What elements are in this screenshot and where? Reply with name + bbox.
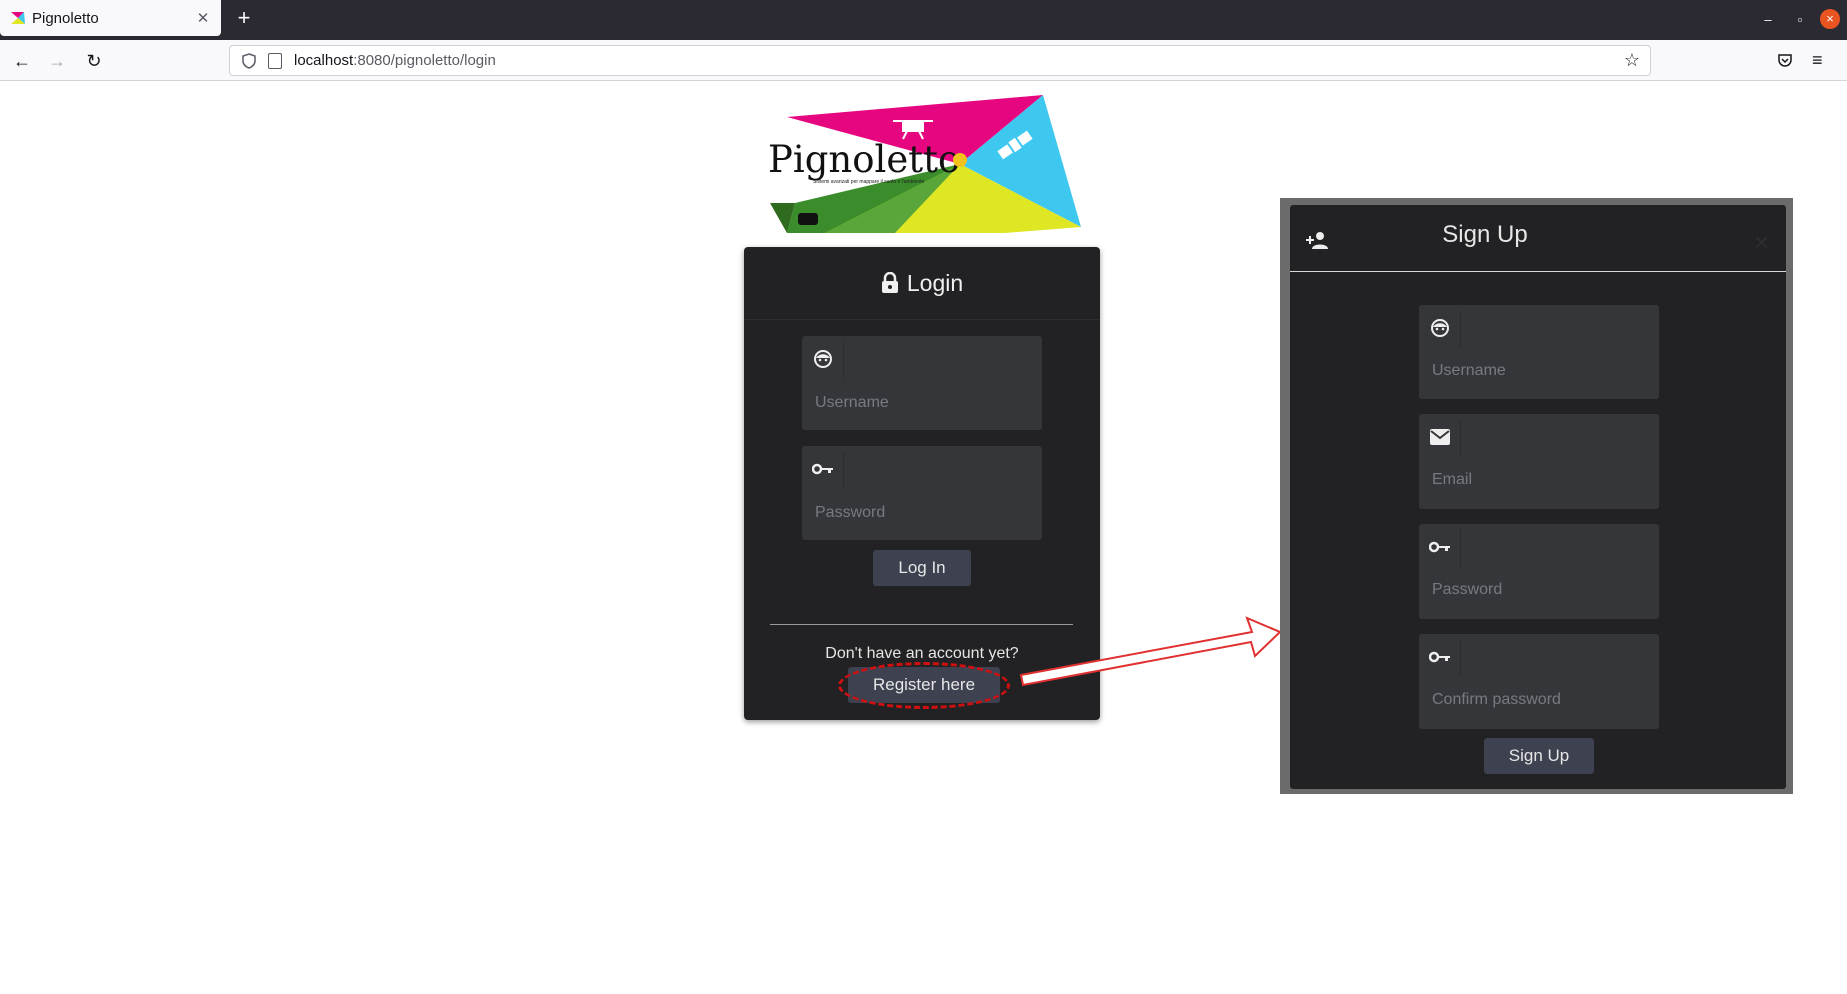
- annotation-ellipse: [838, 662, 1010, 709]
- menu-icon[interactable]: ≡: [1812, 50, 1823, 71]
- password-placeholder: Password: [815, 504, 886, 521]
- reload-icon[interactable]: ↻: [81, 48, 107, 74]
- login-header: Login: [744, 247, 1100, 320]
- signup-email-field[interactable]: Email: [1419, 414, 1659, 509]
- signup-modal-frame: Sign Up × Username Email Password Confir…: [1280, 198, 1793, 794]
- key-icon: [812, 458, 834, 480]
- page-icon: [268, 52, 282, 69]
- signup-modal: Sign Up × Username Email Password Confir…: [1290, 205, 1786, 789]
- username-placeholder: Username: [815, 394, 889, 411]
- login-title: Login: [906, 269, 964, 296]
- field-separator: [1460, 530, 1461, 566]
- url-text[interactable]: localhost:8080/pignoletto/login: [294, 52, 496, 69]
- login-button[interactable]: Log In: [873, 550, 971, 586]
- close-icon[interactable]: ×: [1754, 227, 1769, 258]
- field-separator: [843, 342, 844, 378]
- field-separator: [1460, 420, 1461, 456]
- tab-title: Pignoletto: [32, 9, 99, 27]
- back-icon[interactable]: ←: [9, 48, 35, 74]
- browser-tabbar: Pignoletto ✕ + – ▫ ×: [0, 0, 1847, 40]
- pignoletto-favicon-icon: [11, 12, 25, 24]
- signup-password-field[interactable]: Password: [1419, 524, 1659, 619]
- face-icon: [1429, 317, 1451, 339]
- minimize-button[interactable]: –: [1758, 10, 1778, 30]
- maximize-button[interactable]: ▫: [1790, 10, 1810, 30]
- signup-title: Sign Up: [1442, 221, 1528, 248]
- pocket-icon[interactable]: [1777, 52, 1793, 68]
- signup-username-placeholder: Username: [1432, 362, 1506, 379]
- svg-text:Sistemi avanzati per mappare i: Sistemi avanzati per mappare il suolo e …: [813, 179, 925, 185]
- svg-text:Pignoletto: Pignoletto: [768, 138, 960, 181]
- url-host: localhost: [294, 52, 354, 69]
- field-separator: [1460, 311, 1461, 347]
- email-icon: [1429, 426, 1451, 448]
- star-icon[interactable]: ☆: [1624, 50, 1640, 71]
- signup-password-placeholder: Password: [1432, 581, 1503, 598]
- pignoletto-logo: Pignoletto Sistemi avanzati per mappare …: [768, 95, 1081, 233]
- password-field[interactable]: Password: [802, 446, 1042, 540]
- url-path: :8080/pignoletto/login: [353, 52, 496, 69]
- annotation-arrow: [1019, 616, 1282, 687]
- url-bar[interactable]: localhost:8080/pignoletto/login ☆: [229, 45, 1651, 76]
- signup-button[interactable]: Sign Up: [1484, 738, 1594, 774]
- signup-confirm-field[interactable]: Confirm password: [1419, 634, 1659, 729]
- shield-icon[interactable]: [240, 52, 258, 69]
- browser-navbar: ← → ↻ localhost:8080/pignoletto/login ☆ …: [0, 40, 1847, 81]
- lock-icon: [881, 272, 898, 293]
- signup-confirm-placeholder: Confirm password: [1432, 691, 1561, 708]
- face-icon: [812, 348, 834, 370]
- window-close-button[interactable]: ×: [1820, 9, 1840, 29]
- signup-header: Sign Up ×: [1290, 205, 1786, 272]
- key-icon: [1429, 536, 1451, 558]
- forward-icon[interactable]: →: [44, 48, 70, 74]
- field-separator: [843, 452, 844, 488]
- key-icon: [1429, 646, 1451, 668]
- tab-close-icon[interactable]: ✕: [195, 9, 211, 27]
- username-field[interactable]: Username: [802, 336, 1042, 430]
- browser-tab[interactable]: Pignoletto ✕: [0, 0, 221, 36]
- field-separator: [1460, 640, 1461, 676]
- new-tab-button[interactable]: +: [232, 6, 256, 30]
- signup-username-field[interactable]: Username: [1419, 305, 1659, 399]
- signup-email-placeholder: Email: [1432, 471, 1473, 488]
